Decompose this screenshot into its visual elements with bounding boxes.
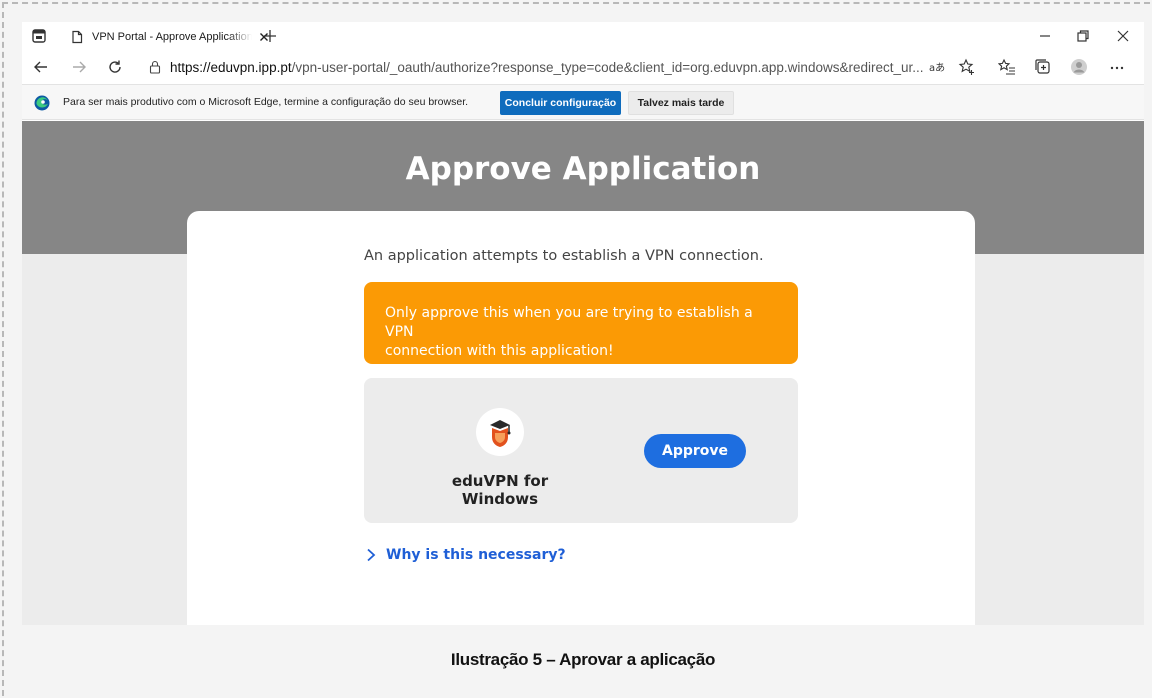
collections-icon[interactable] <box>1034 58 1052 76</box>
why-necessary-link[interactable]: Why is this necessary? <box>364 547 566 563</box>
new-tab-icon[interactable] <box>262 28 278 44</box>
warning-line-1: Only approve this when you are trying to… <box>385 305 753 340</box>
why-necessary-label: Why is this necessary? <box>386 547 566 563</box>
page-content: Approve Application An application attem… <box>22 121 1144 625</box>
tab-title: VPN Portal - Approve Application <box>92 31 252 43</box>
page-icon <box>72 30 83 44</box>
approve-button[interactable]: Approve <box>644 434 746 468</box>
warning-line-2: connection with this application! <box>385 343 614 359</box>
setup-infobar: Para ser mais produtivo com o Microsoft … <box>22 84 1144 120</box>
add-favorite-icon[interactable] <box>958 58 976 76</box>
tab-strip: VPN Portal - Approve Application <box>22 22 1144 50</box>
tab-vpn-portal[interactable]: VPN Portal - Approve Application <box>62 24 278 50</box>
app-name: eduVPN for Windows <box>451 472 549 508</box>
warning-box: Only approve this when you are trying to… <box>364 282 798 364</box>
profile-avatar-icon[interactable] <box>1070 58 1088 76</box>
back-icon[interactable] <box>32 58 50 76</box>
edge-logo-icon <box>34 95 50 111</box>
url-text: https://eduvpn.ipp.pt/vpn-user-portal/_o… <box>170 60 930 75</box>
url-path: /vpn-user-portal/_oauth/authorize?respon… <box>291 59 924 75</box>
tab-actions-icon[interactable] <box>30 27 48 45</box>
minimize-icon[interactable] <box>1036 27 1054 45</box>
intro-text: An application attempts to establish a V… <box>364 248 764 264</box>
more-options-icon[interactable] <box>1108 58 1126 76</box>
refresh-icon[interactable] <box>106 58 124 76</box>
forward-icon[interactable] <box>70 58 88 76</box>
svg-text:aあ: aあ <box>929 62 945 74</box>
infobar-message: Para ser mais produtivo com o Microsoft … <box>63 96 469 108</box>
url-host: https://eduvpn.ipp.pt <box>170 59 292 75</box>
address-toolbar: https://eduvpn.ipp.pt/vpn-user-portal/_o… <box>22 50 1144 84</box>
app-box: eduVPN for Windows Approve <box>364 378 798 523</box>
close-window-icon[interactable] <box>1114 27 1132 45</box>
lock-icon[interactable] <box>148 60 162 74</box>
restore-icon[interactable] <box>1074 27 1092 45</box>
approval-card: An application attempts to establish a V… <box>187 211 975 625</box>
maybe-later-button[interactable]: Talvez mais tarde <box>628 91 734 115</box>
figure-caption: Ilustração 5 – Aprovar a aplicação <box>450 650 716 669</box>
read-aloud-icon[interactable]: aあ <box>928 58 946 76</box>
page-title: Approve Application <box>405 151 761 187</box>
favorites-icon[interactable] <box>998 58 1016 76</box>
app-logo <box>476 408 524 456</box>
address-bar[interactable]: https://eduvpn.ipp.pt/vpn-user-portal/_o… <box>142 54 1002 80</box>
browser-window: VPN Portal - Approve Application https:/… <box>22 22 1144 625</box>
complete-setup-button[interactable]: Concluir configuração <box>500 91 621 115</box>
eduvpn-logo-icon <box>490 420 511 447</box>
chevron-right-icon <box>367 548 376 562</box>
